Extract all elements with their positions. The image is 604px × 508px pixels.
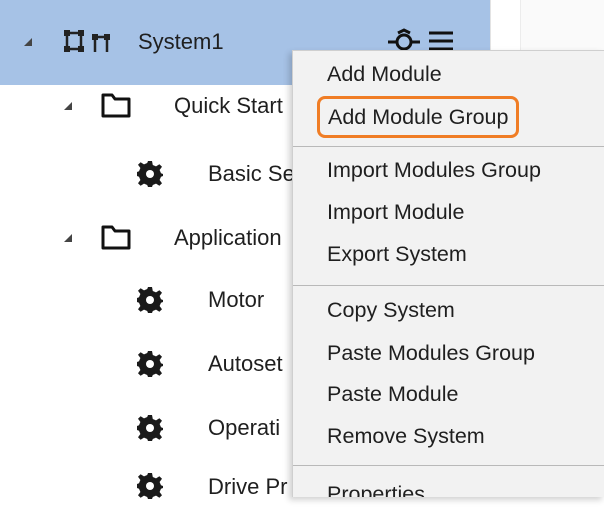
menu-item-paste-modules-group[interactable]: Paste Modules Group	[327, 338, 535, 368]
tree-node-label: Drive Pr	[208, 474, 288, 499]
tree-node-label: Quick Start	[174, 93, 283, 118]
tree-node-drive-properties[interactable]: Drive Pr	[0, 468, 300, 508]
menu-item-import-modules-group[interactable]: Import Modules Group	[327, 155, 541, 185]
tree-node-label: Application	[174, 225, 282, 250]
gear-icon	[136, 472, 164, 505]
tree-node-application[interactable]: Application	[0, 218, 300, 258]
tree-node-motor[interactable]: Motor	[0, 280, 300, 320]
expanded-arrow-icon[interactable]	[62, 100, 76, 114]
tree-node-label: System1	[138, 29, 224, 54]
folder-icon	[100, 91, 132, 124]
menu-item-copy-system[interactable]: Copy System	[327, 295, 455, 325]
tree-node-autoset[interactable]: Autoset	[0, 344, 300, 384]
menu-item-add-module-group[interactable]: Add Module Group	[317, 96, 520, 138]
menu-separator	[293, 465, 604, 466]
menu-item-import-module[interactable]: Import Module	[327, 197, 464, 227]
gear-icon	[136, 414, 164, 447]
menu-item-add-module[interactable]: Add Module	[327, 59, 442, 89]
menu-item-paste-module[interactable]: Paste Module	[327, 379, 458, 409]
menu-item-remove-system[interactable]: Remove System	[327, 421, 485, 451]
folder-icon	[100, 223, 132, 256]
tree-node-label: Motor	[208, 287, 265, 312]
gear-icon	[136, 160, 164, 193]
gear-icon	[136, 350, 164, 383]
tree-node-basic-settings[interactable]: Basic Se	[0, 154, 300, 194]
gear-icon	[136, 286, 164, 319]
tree-node-label: Autoset	[208, 351, 283, 376]
context-menu: Add Module Add Module Group Import Modul…	[292, 50, 604, 497]
menu-item-export-system[interactable]: Export System	[327, 239, 467, 269]
menu-separator	[293, 146, 604, 147]
expanded-arrow-icon[interactable]	[62, 232, 76, 246]
system-icon	[60, 24, 114, 63]
tree-node-quick-start[interactable]: Quick Start	[0, 86, 300, 126]
menu-item-properties[interactable]: Properties	[327, 479, 425, 497]
tree-node-label: Operati	[208, 415, 281, 440]
menu-separator	[293, 285, 604, 286]
tree-node-operation[interactable]: Operati	[0, 408, 300, 448]
expanded-arrow-icon[interactable]	[22, 36, 36, 50]
tree-node-label: Basic Se	[208, 161, 295, 186]
